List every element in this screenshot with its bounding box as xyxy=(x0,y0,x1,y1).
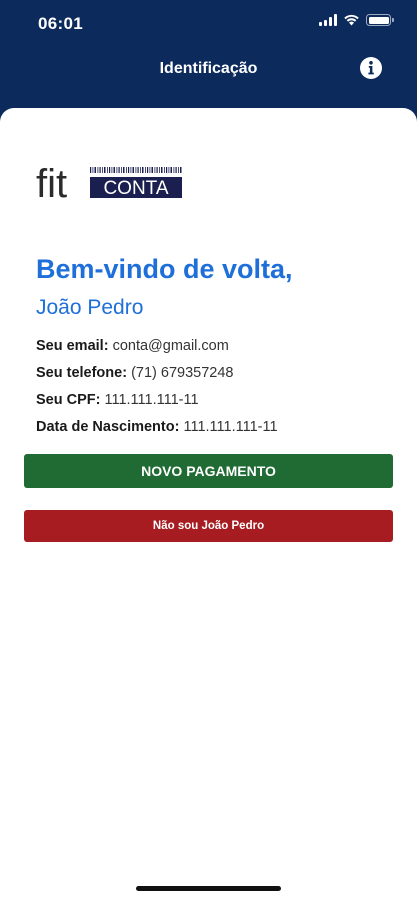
not-me-button[interactable]: Não sou João Pedro xyxy=(24,510,393,542)
content-card: fit CONTA Bem-vindo de volta, João Pedro xyxy=(0,108,417,900)
wifi-icon xyxy=(344,14,359,26)
cpf-row: Seu CPF: 111.111.111-11 xyxy=(36,392,199,408)
nav-title: Identificação xyxy=(159,60,258,77)
birthdate-label: Data de Nascimento: xyxy=(36,419,180,435)
logo-fit-text: fit xyxy=(36,162,67,204)
birthdate-value: 111.111.111-11 xyxy=(183,419,278,435)
user-name: João Pedro xyxy=(36,296,144,319)
email-label: Seu email: xyxy=(36,338,109,354)
app-screen: 06:01 Identificação fit CONTA Bem-vindo … xyxy=(0,0,417,900)
cpf-label: Seu CPF: xyxy=(36,392,101,408)
status-bar: 06:01 xyxy=(0,0,417,46)
battery-icon xyxy=(366,14,394,26)
phone-value: (71) 679357248 xyxy=(131,365,234,381)
logo-conta-text: CONTA xyxy=(103,178,168,199)
status-time: 06:01 xyxy=(38,14,83,33)
signal-icon xyxy=(319,14,337,26)
home-indicator xyxy=(136,886,281,891)
phone-label: Seu telefone: xyxy=(36,365,128,381)
info-icon[interactable] xyxy=(359,56,383,80)
cpf-value: 111.111.111-11 xyxy=(104,392,199,408)
fitconta-logo: fit CONTA xyxy=(36,162,182,204)
email-row: Seu email: conta@gmail.com xyxy=(36,338,229,354)
nav-bar: Identificação xyxy=(0,46,417,92)
birthdate-row: Data de Nascimento: 111.111.111-11 xyxy=(36,419,278,435)
status-icons xyxy=(319,14,394,26)
new-payment-button[interactable]: NOVO PAGAMENTO xyxy=(24,454,393,488)
email-value: conta@gmail.com xyxy=(112,338,229,354)
phone-row: Seu telefone: (71) 679357248 xyxy=(36,365,233,381)
welcome-heading: Bem-vindo de volta, xyxy=(36,254,293,284)
